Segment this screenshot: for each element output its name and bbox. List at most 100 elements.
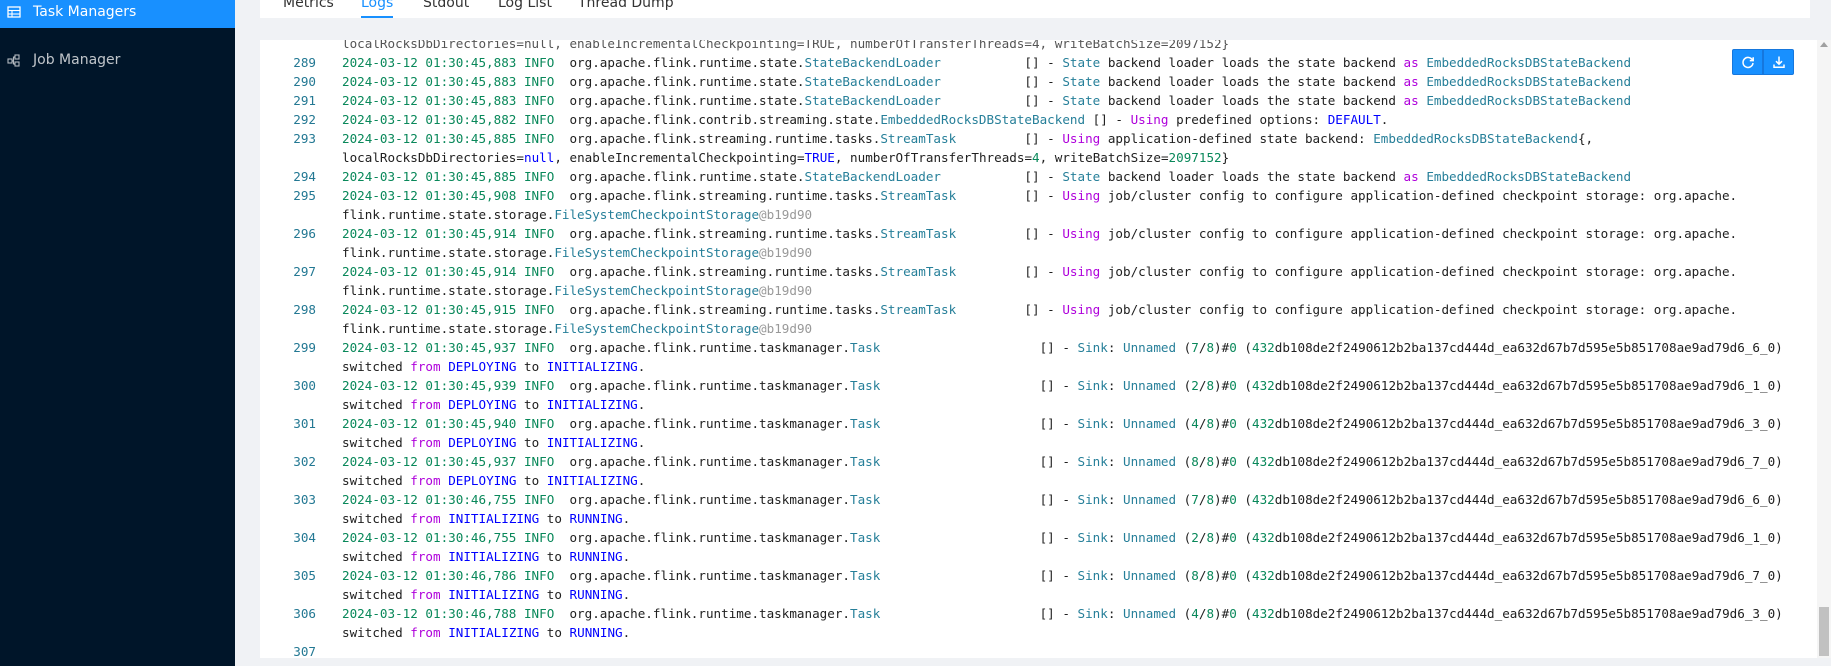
log-token: 4: [1032, 150, 1040, 165]
line-number: 302: [293, 454, 316, 469]
download-icon: [1772, 56, 1785, 68]
log-token: DEPLOYING: [448, 359, 517, 374]
download-button[interactable]: [1763, 49, 1794, 75]
log-token: 2024-03-12 01:30:45,885 INFO: [342, 169, 570, 184]
vertical-scrollbar[interactable]: [1817, 40, 1831, 658]
log-token: State: [1062, 93, 1101, 108]
sidebar-item-label: Task Managers: [33, 4, 137, 20]
log-token: Task: [850, 606, 881, 621]
log-token: Unnamed: [1123, 568, 1177, 583]
log-token: DEPLOYING: [448, 473, 517, 488]
log-token: Using: [1062, 188, 1101, 203]
log-token: Sink: [1077, 340, 1108, 355]
log-row: 298 2024-03-12 01:30:45,915 INFO org.apac…: [260, 299, 1815, 337]
log-token: [] -: [956, 226, 1063, 241]
log-token: [] -: [880, 454, 1078, 469]
log-token: switched: [342, 473, 411, 488]
line-number: 295: [293, 188, 316, 203]
tab-stdout[interactable]: Stdout: [423, 0, 469, 11]
log-token: [] -: [941, 55, 1063, 70]
log-token: .: [622, 625, 631, 640]
log-token: [] -: [956, 264, 1063, 279]
log-token: .: [637, 397, 646, 412]
log-token: RUNNING: [569, 625, 623, 640]
log-token: Sink: [1077, 606, 1108, 621]
log-token: .: [637, 359, 646, 374]
log-token: to: [539, 549, 570, 564]
log-token: StreamTask: [880, 131, 957, 146]
log-token: switched: [342, 511, 411, 526]
refresh-button[interactable]: [1732, 49, 1763, 75]
log-token: EmbeddedRocksDBStateBackend: [1373, 131, 1578, 146]
log-row: 295 2024-03-12 01:30:45,908 INFO org.apac…: [260, 185, 1815, 223]
scroll-up-arrow-icon[interactable]: [1820, 42, 1828, 47]
log-token: org.apache.flink.runtime.taskmanager.: [569, 378, 851, 393]
tab-thread-dump[interactable]: Thread Dump: [578, 0, 674, 11]
log-line-continuation: switched from INITIALIZING to RUNNING.: [342, 549, 630, 564]
log-line-text: 2024-03-12 01:30:45,882 INFO org.apache.…: [342, 112, 1388, 127]
log-token: [] -: [941, 74, 1063, 89]
log-row: 305 2024-03-12 01:30:46,786 INFO org.apac…: [260, 565, 1815, 603]
tab-metrics[interactable]: Metrics: [283, 0, 334, 11]
log-token: [] -: [1085, 112, 1131, 127]
log-token: to: [516, 435, 547, 450]
log-token: 7: [1191, 492, 1199, 507]
log-token: 4: [1191, 416, 1199, 431]
log-token: @b19d90: [759, 283, 813, 298]
line-number: 296: [293, 226, 316, 241]
log-token: (: [1236, 606, 1252, 621]
log-line-text: 2024-03-12 01:30:45,939 INFO org.apache.…: [342, 378, 1783, 393]
log-token: Sink: [1077, 530, 1108, 545]
log-line-continuation: switched from INITIALIZING to RUNNING.: [342, 511, 630, 526]
log-line-continuation: switched from DEPLOYING to INITIALIZING.: [342, 359, 645, 374]
sidebar-item-job-manager[interactable]: Job Manager: [0, 44, 235, 76]
log-token: to: [539, 625, 570, 640]
log-token: .: [637, 473, 646, 488]
log-line-text: 2024-03-12 01:30:45,937 INFO org.apache.…: [342, 454, 1783, 469]
log-token: org.apache.flink.streaming.runtime.tasks…: [569, 302, 881, 317]
log-token: org.apache.flink.runtime.taskmanager.: [569, 340, 851, 355]
log-token: Unnamed: [1123, 530, 1177, 545]
log-token: to: [539, 511, 570, 526]
log-token: [] -: [880, 340, 1078, 355]
log-token: 2024-03-12 01:30:46,755 INFO: [342, 492, 570, 507]
log-token: DEFAULT: [1327, 112, 1381, 127]
log-token: StateBackendLoader: [804, 169, 941, 184]
log-token: :: [1107, 606, 1124, 621]
log-token: 8: [1206, 340, 1215, 355]
log-viewer[interactable]: localRocksDbDirectories=null, enableIncr…: [260, 40, 1831, 658]
log-token: db108de2f2490612b2ba137cd444d_ea632d67b7…: [1274, 530, 1783, 545]
line-number: 306: [293, 606, 316, 621]
log-token: org.apache.flink.runtime.taskmanager.: [569, 606, 851, 621]
log-line-text: 2024-03-12 01:30:45,915 INFO org.apache.…: [342, 302, 1737, 317]
tab-log-list[interactable]: Log List: [498, 0, 552, 11]
log-token: org.apache.flink.contrib.streaming.state…: [569, 112, 881, 127]
log-token: db108de2f2490612b2ba137cd444d_ea632d67b7…: [1274, 606, 1783, 621]
log-toolbar: [1732, 49, 1794, 75]
log-token: 2024-03-12 01:30:45,937 INFO: [342, 340, 570, 355]
log-token: flink.runtime.state.storage.: [342, 207, 555, 222]
log-token: Sink: [1077, 454, 1108, 469]
log-line-text: 2024-03-12 01:30:45,883 INFO org.apache.…: [342, 55, 1631, 70]
tab-logs[interactable]: Logs: [361, 0, 393, 11]
log-row: 307: [260, 641, 1815, 658]
log-token: 2: [1191, 530, 1199, 545]
line-number: 299: [293, 340, 316, 355]
log-token: )#: [1214, 492, 1230, 507]
log-token: (: [1176, 492, 1192, 507]
log-token: )#: [1214, 530, 1230, 545]
log-line-text: 2024-03-12 01:30:45,883 INFO org.apache.…: [342, 74, 1631, 89]
line-number: 289: [293, 55, 316, 70]
log-token: localRocksDbDirectories=: [342, 150, 524, 165]
sidebar: Task Managers Job Manager: [0, 0, 235, 666]
sidebar-item-task-managers[interactable]: Task Managers: [0, 0, 235, 28]
log-token: StreamTask: [880, 302, 957, 317]
log-token: State: [1062, 169, 1101, 184]
log-token: :: [1107, 340, 1124, 355]
scrollbar-thumb[interactable]: [1819, 607, 1829, 656]
log-token: 4: [1191, 606, 1199, 621]
log-line-text: 2024-03-12 01:30:45,914 INFO org.apache.…: [342, 226, 1737, 241]
log-line-text: 2024-03-12 01:30:45,914 INFO org.apache.…: [342, 264, 1737, 279]
log-token: @b19d90: [759, 321, 813, 336]
log-token: FileSystemCheckpointStorage: [554, 207, 760, 222]
